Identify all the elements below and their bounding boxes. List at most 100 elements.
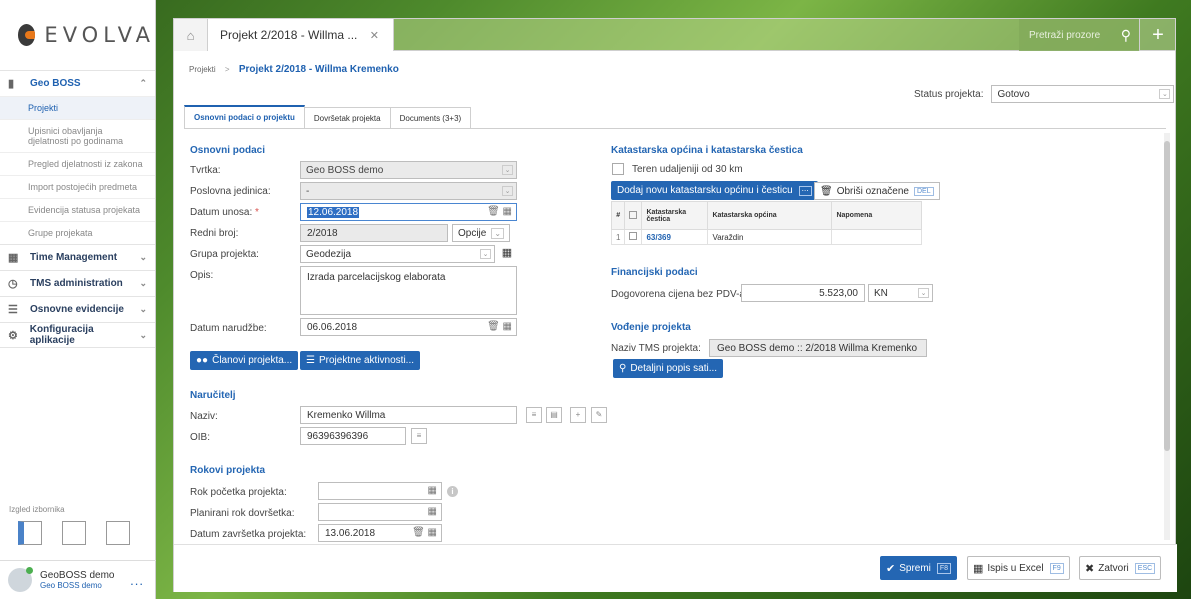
section-financije: Financijski podaci [611, 267, 698, 278]
breadcrumb-root[interactable]: Projekti [189, 65, 216, 74]
close-key-badge: ESC [1134, 562, 1156, 574]
clanovi-label: Članovi projekta... [212, 355, 293, 366]
window-search[interactable]: Pretraži prozore ⚲ [1019, 19, 1139, 51]
cijena-label: Dogovorena cijena bez PDV-a: [611, 289, 748, 300]
tab-projekt[interactable]: Projekt 2/2018 - Willma ... ✕ [208, 19, 394, 51]
add-icon[interactable]: + [570, 407, 586, 423]
tab-documents[interactable]: Documents (3+3) [389, 107, 472, 128]
opcije-label: Opcije [458, 227, 487, 239]
close-icon[interactable]: ✕ [370, 29, 379, 42]
cijena-input[interactable]: 5.523,00 [741, 284, 865, 302]
nav-label: Geo BOSS [30, 78, 81, 89]
nav-sub-grupe[interactable]: Grupe projekata [0, 221, 155, 244]
add-katastar-button[interactable]: Dodaj novu katastarsku općinu i česticu … [611, 181, 818, 200]
layout-option-compact[interactable] [62, 521, 86, 545]
edit-icon[interactable]: ✎ [591, 407, 607, 423]
excel-button[interactable]: ▦ Ispis u Excel F9 [967, 556, 1070, 580]
aktivnosti-label: Projektne aktivnosti... [318, 355, 415, 366]
status-row: Status projekta: Gotovo ⌄ [914, 85, 1175, 103]
home-icon: ⌂ [186, 27, 195, 43]
layout-option-expanded[interactable] [18, 521, 42, 545]
zavrsetak-input[interactable]: 13.06.2018 🗑 ▦ [318, 524, 442, 542]
nav-sub-evidencija[interactable]: Evidencija statusa projekata [0, 198, 155, 221]
nav-label: Konfiguracija aplikacije [29, 324, 94, 346]
new-window-button[interactable]: + [1139, 19, 1176, 51]
teren-checkbox[interactable] [612, 163, 624, 175]
calendar-icon[interactable]: ▦ [428, 506, 437, 517]
col-num: # [610, 201, 626, 230]
tab-dovrsetak[interactable]: Dovršetak projekta [303, 107, 391, 128]
jedinica-select[interactable]: - ⌄ [300, 182, 517, 200]
datum-unosa-input[interactable]: 12.06.2018 🗑 ▦ [300, 203, 517, 221]
nav-sub-pregled[interactable]: Pregled djelatnosti iz zakona [0, 152, 155, 175]
narudzba-input[interactable]: 06.06.2018 🗑 ▦ [300, 318, 517, 336]
home-tab[interactable]: ⌂ [174, 19, 208, 51]
col-cestica[interactable]: Katastarska čestica [641, 201, 709, 230]
nav-osnovne-evidencije[interactable]: ☰ Osnovne evidencije ⌄ [0, 296, 155, 322]
narudzba-value: 06.06.2018 [307, 321, 358, 333]
valuta-select[interactable]: KN ⌄ [868, 284, 933, 302]
scrollbar-thumb[interactable] [1164, 141, 1170, 451]
oib-input[interactable]: 96396396396 [300, 427, 406, 445]
user-org: Geo BOSS demo [40, 581, 102, 590]
tvrtka-select[interactable]: Geo BOSS demo ⌄ [300, 161, 517, 179]
naziv-value: Kremenko Willma [307, 409, 386, 421]
aktivnosti-button[interactable]: ☰ Projektne aktivnosti... [300, 351, 421, 370]
grupa-label: Grupa projekta: [190, 249, 259, 260]
opis-textarea[interactable]: Izrada parcelacijskog elaborata [300, 266, 517, 315]
chevron-down-icon: ⌄ [491, 227, 505, 239]
table-row[interactable]: 1 63/369 Varaždin [610, 229, 922, 245]
nav-label: TMS administration [30, 278, 123, 289]
tvrtka-label: Tvrtka: [190, 165, 221, 176]
layout-option-hidden[interactable] [106, 521, 130, 545]
close-button[interactable]: ✖ Zatvori ESC [1079, 556, 1162, 580]
nav-time-management[interactable]: ▦ Time Management ⌄ [0, 244, 155, 270]
grupa-select[interactable]: Geodezija ⌄ [300, 245, 495, 263]
details-icon[interactable]: ▤ [546, 407, 562, 423]
more-icon: ⋯ [798, 185, 812, 196]
section-narucitelj: Naručitelj [190, 390, 236, 401]
save-button[interactable]: ✔ Spremi F8 [880, 556, 958, 580]
nav-geo-boss[interactable]: ▮ Geo BOSS ⌃ [0, 70, 155, 96]
tab-title: Projekt 2/2018 - Willma ... [220, 28, 358, 42]
row-cestica[interactable]: 63/369 [641, 229, 709, 245]
calendar-icon[interactable]: 🗑 ▦ [487, 321, 512, 332]
row-checkbox[interactable] [629, 232, 638, 240]
info-icon[interactable]: i [447, 486, 458, 497]
nav-konfiguracija[interactable]: ⚙ Konfiguracija aplikacije ⌄ [0, 322, 155, 348]
nav-sub-upisnici[interactable]: Upisnici obavljanja djelatnosti po godin… [0, 119, 155, 152]
nav-tms-admin[interactable]: ◷ TMS administration ⌄ [0, 270, 155, 296]
pocetak-input[interactable]: ▦ [318, 482, 442, 500]
grid-icon[interactable]: ▦ [499, 246, 515, 262]
naziv-input[interactable]: Kremenko Willma [300, 406, 517, 424]
filter-icon[interactable]: ≡ [526, 407, 542, 423]
status-select[interactable]: Gotovo ⌄ [991, 85, 1175, 103]
more-icon[interactable]: ... [130, 573, 144, 588]
calendar-icon[interactable]: 🗑 ▦ [487, 206, 512, 217]
col-opcina[interactable]: Katastarska općina [707, 201, 833, 230]
nav-sub-projekti[interactable]: Projekti [0, 96, 155, 119]
select-all-checkbox[interactable] [629, 210, 638, 219]
save-label: Spremi [899, 562, 931, 574]
tab-osnovni[interactable]: Osnovni podaci o projektu [184, 105, 305, 128]
chevron-up-icon: ⌃ [139, 78, 147, 88]
col-napomena[interactable]: Napomena [831, 201, 922, 230]
user-panel[interactable]: GeoBOSS demo Geo BOSS demo ... [0, 560, 156, 599]
detaljni-sati-button[interactable]: ⚲ Detaljni popis sati... [613, 359, 724, 378]
calendar-icon[interactable]: 🗑 ▦ [412, 527, 437, 538]
calendar-icon[interactable]: ▦ [428, 485, 437, 496]
status-value: Gotovo [997, 88, 1030, 100]
planirani-input[interactable]: ▦ [318, 503, 442, 521]
logo[interactable]: EVOLVA [0, 0, 155, 70]
section-rokovi: Rokovi projekta [190, 465, 266, 476]
nav-sub-import[interactable]: Import postojećih predmeta [0, 175, 155, 198]
list-icon: ☰ [8, 304, 18, 316]
delete-selected-button[interactable]: 🗑 Obriši označene DEL [814, 182, 940, 200]
row-check-cell[interactable] [624, 229, 643, 245]
clanovi-button[interactable]: ●● Članovi projekta... [190, 351, 299, 370]
zavrsetak-label: Datum završetka projekta: [190, 529, 307, 540]
opcije-button[interactable]: Opcije ⌄ [452, 224, 511, 242]
col-check[interactable] [624, 201, 643, 230]
chevron-down-icon: ⌄ [918, 288, 929, 298]
filter-icon[interactable]: ≡ [411, 428, 427, 444]
